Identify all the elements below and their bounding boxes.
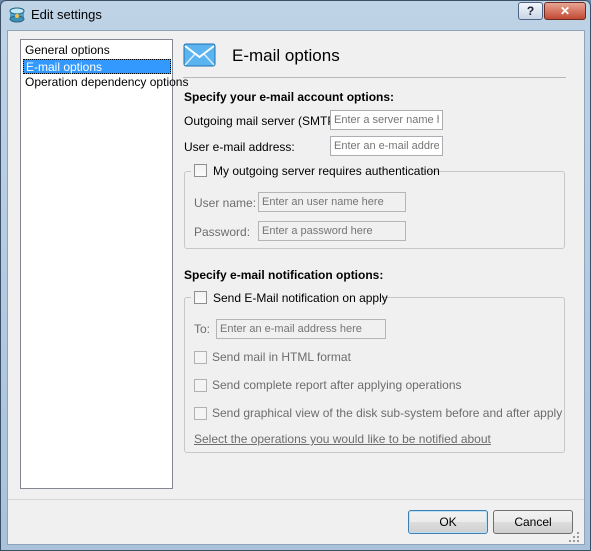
nav-item-operation-dependency-options[interactable]: Operation dependency options bbox=[23, 75, 188, 90]
window-title: Edit settings bbox=[31, 7, 102, 22]
header-divider bbox=[183, 77, 566, 78]
send-notification-checkbox[interactable] bbox=[194, 291, 207, 304]
envelope-icon bbox=[183, 43, 216, 67]
user-email-input[interactable] bbox=[330, 136, 443, 156]
help-button[interactable]: ? bbox=[518, 2, 543, 20]
html-format-label: Send mail in HTML format bbox=[212, 350, 351, 364]
dialog-client-area: General options E-mail options Operation… bbox=[7, 30, 585, 545]
complete-report-checkbox[interactable] bbox=[194, 379, 207, 392]
app-disk-icon bbox=[9, 7, 25, 23]
auth-required-label: My outgoing server requires authenticati… bbox=[213, 164, 440, 178]
graphical-view-label: Send graphical view of the disk sub-syst… bbox=[212, 406, 563, 420]
complete-report-label: Send complete report after applying oper… bbox=[212, 378, 462, 392]
to-label: To: bbox=[194, 322, 211, 336]
cancel-button[interactable]: Cancel bbox=[493, 510, 573, 534]
to-email-input[interactable] bbox=[216, 319, 386, 339]
nav-item-general-options[interactable]: General options bbox=[23, 43, 171, 58]
username-input[interactable] bbox=[258, 192, 406, 212]
auth-required-checkbox[interactable] bbox=[194, 164, 207, 177]
smtp-label: Outgoing mail server (SMTP): bbox=[184, 114, 343, 128]
footer-divider bbox=[8, 499, 584, 500]
settings-nav-list[interactable]: General options E-mail options Operation… bbox=[20, 39, 188, 489]
title-bar[interactable]: Edit settings ? ✕ bbox=[1, 1, 590, 29]
account-options-heading: Specify your e-mail account options: bbox=[184, 90, 395, 104]
ok-button[interactable]: OK bbox=[408, 510, 488, 534]
nav-item-email-options[interactable]: E-mail options bbox=[23, 59, 171, 74]
email-address-label: User e-mail address: bbox=[184, 140, 295, 154]
smtp-server-input[interactable] bbox=[330, 110, 443, 130]
edit-settings-window: Edit settings ? ✕ General options E-mail… bbox=[0, 0, 591, 551]
resize-grip-icon[interactable] bbox=[568, 531, 580, 543]
graphical-view-checkbox[interactable] bbox=[194, 407, 207, 420]
select-operations-link[interactable]: Select the operations you would like to … bbox=[194, 432, 491, 446]
password-label: Password: bbox=[194, 225, 251, 239]
page-title: E-mail options bbox=[232, 46, 340, 65]
send-notification-label: Send E-Mail notification on apply bbox=[213, 291, 388, 305]
password-input[interactable] bbox=[258, 221, 406, 241]
username-label: User name: bbox=[194, 196, 257, 210]
notification-options-heading: Specify e-mail notification options: bbox=[184, 268, 384, 282]
close-button[interactable]: ✕ bbox=[544, 2, 586, 20]
email-options-panel: E-mail options Specify your e-mail accou… bbox=[183, 39, 573, 459]
html-format-checkbox[interactable] bbox=[194, 351, 207, 364]
